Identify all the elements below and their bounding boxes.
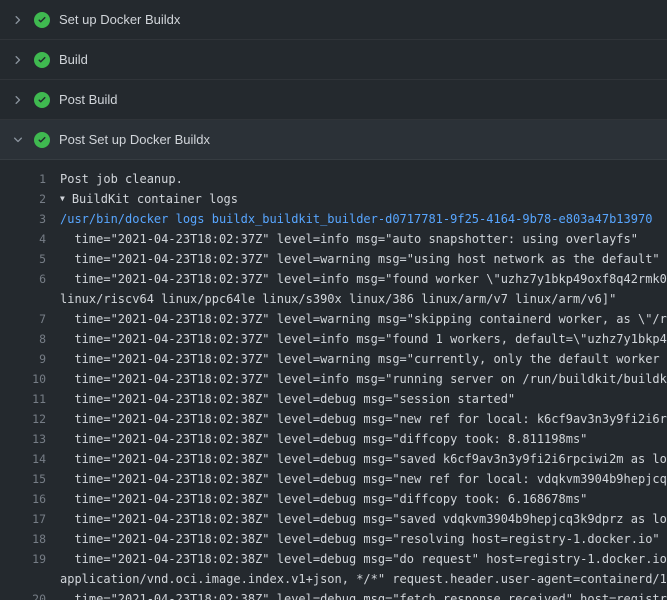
step-header-post-set-up-docker-buildx[interactable]: Post Set up Docker Buildx [0, 120, 667, 160]
step-header-build[interactable]: Build [0, 40, 667, 80]
log-text: time="2021-04-23T18:02:38Z" level=debug … [46, 509, 667, 529]
log-line: 16 time="2021-04-23T18:02:38Z" level=deb… [0, 489, 667, 509]
log-line: 3/usr/bin/docker logs buildx_buildkit_bu… [0, 209, 667, 229]
step-label: Post Set up Docker Buildx [59, 132, 210, 147]
log-text: time="2021-04-23T18:02:37Z" level=info m… [46, 269, 667, 289]
log-line: 10 time="2021-04-23T18:02:37Z" level=inf… [0, 369, 667, 389]
log-text: time="2021-04-23T18:02:37Z" level=info m… [46, 229, 638, 249]
log-text: time="2021-04-23T18:02:38Z" level=debug … [46, 409, 667, 429]
log-text: application/vnd.oci.image.index.v1+json,… [46, 569, 667, 589]
log-text: time="2021-04-23T18:02:37Z" level=warnin… [46, 249, 660, 269]
log-text: Post job cleanup. [46, 169, 183, 189]
step-label: Post Build [59, 92, 118, 107]
line-number[interactable]: 1 [0, 169, 46, 189]
line-number[interactable]: 5 [0, 249, 46, 269]
log-line: 5 time="2021-04-23T18:02:37Z" level=warn… [0, 249, 667, 269]
step-header-set-up-docker-buildx[interactable]: Set up Docker Buildx [0, 0, 667, 40]
log-text: time="2021-04-23T18:02:38Z" level=debug … [46, 549, 667, 569]
log-line: 15 time="2021-04-23T18:02:38Z" level=deb… [0, 469, 667, 489]
log-text: time="2021-04-23T18:02:38Z" level=debug … [46, 429, 587, 449]
line-number[interactable]: 15 [0, 469, 46, 489]
step-label: Build [59, 52, 88, 67]
log-line: 18 time="2021-04-23T18:02:38Z" level=deb… [0, 529, 667, 549]
check-circle-icon [34, 132, 50, 148]
line-number[interactable]: 8 [0, 329, 46, 349]
log-line: 8 time="2021-04-23T18:02:37Z" level=info… [0, 329, 667, 349]
log-line: linux/riscv64 linux/ppc64le linux/s390x … [0, 289, 667, 309]
log-text: time="2021-04-23T18:02:38Z" level=debug … [46, 389, 515, 409]
log-text: time="2021-04-23T18:02:38Z" level=debug … [46, 589, 667, 600]
line-number[interactable]: 18 [0, 529, 46, 549]
command-text: /usr/bin/docker logs buildx_buildkit_bui… [46, 209, 652, 229]
chevron-down-icon [12, 134, 24, 146]
check-circle-icon [34, 12, 50, 28]
log-line: 9 time="2021-04-23T18:02:37Z" level=warn… [0, 349, 667, 369]
line-number[interactable]: 17 [0, 509, 46, 529]
line-number[interactable]: 9 [0, 349, 46, 369]
log-line: 6 time="2021-04-23T18:02:37Z" level=info… [0, 269, 667, 289]
line-number [0, 569, 46, 589]
log-line: 12 time="2021-04-23T18:02:38Z" level=deb… [0, 409, 667, 429]
check-circle-icon [34, 52, 50, 68]
line-number[interactable]: 4 [0, 229, 46, 249]
line-number[interactable]: 11 [0, 389, 46, 409]
triangle-down-icon[interactable]: ▼ [46, 189, 65, 209]
line-number[interactable]: 2 [0, 189, 46, 209]
line-number[interactable]: 12 [0, 409, 46, 429]
log-text: time="2021-04-23T18:02:38Z" level=debug … [46, 449, 667, 469]
log-line: application/vnd.oci.image.index.v1+json,… [0, 569, 667, 589]
step-header-post-build[interactable]: Post Build [0, 80, 667, 120]
log-text: BuildKit container logs [65, 189, 238, 209]
log-line: 17 time="2021-04-23T18:02:38Z" level=deb… [0, 509, 667, 529]
log-text: time="2021-04-23T18:02:37Z" level=info m… [46, 329, 667, 349]
line-number[interactable]: 3 [0, 209, 46, 229]
line-number[interactable]: 13 [0, 429, 46, 449]
workflow-log-viewer: Set up Docker Buildx Build Post Build Post … [0, 0, 667, 600]
chevron-right-icon [12, 94, 24, 106]
line-number[interactable]: 6 [0, 269, 46, 289]
log-text: time="2021-04-23T18:02:38Z" level=debug … [46, 469, 667, 489]
line-number[interactable]: 10 [0, 369, 46, 389]
log-text: linux/riscv64 linux/ppc64le linux/s390x … [46, 289, 616, 309]
log-line: 20 time="2021-04-23T18:02:38Z" level=deb… [0, 589, 667, 600]
log-area: 1Post job cleanup.2▼BuildKit container l… [0, 160, 667, 600]
log-line: 2▼BuildKit container logs [0, 189, 667, 209]
line-number[interactable]: 14 [0, 449, 46, 469]
log-line: 19 time="2021-04-23T18:02:38Z" level=deb… [0, 549, 667, 569]
chevron-right-icon [12, 14, 24, 26]
log-text: time="2021-04-23T18:02:37Z" level=warnin… [46, 309, 667, 329]
line-number[interactable]: 16 [0, 489, 46, 509]
line-number [0, 289, 46, 309]
log-line: 4 time="2021-04-23T18:02:37Z" level=info… [0, 229, 667, 249]
log-text: time="2021-04-23T18:02:38Z" level=debug … [46, 489, 587, 509]
line-number[interactable]: 7 [0, 309, 46, 329]
check-circle-icon [34, 92, 50, 108]
log-line: 11 time="2021-04-23T18:02:38Z" level=deb… [0, 389, 667, 409]
log-text: time="2021-04-23T18:02:37Z" level=info m… [46, 369, 667, 389]
log-line: 13 time="2021-04-23T18:02:38Z" level=deb… [0, 429, 667, 449]
chevron-right-icon [12, 54, 24, 66]
line-number[interactable]: 19 [0, 549, 46, 569]
log-line: 14 time="2021-04-23T18:02:38Z" level=deb… [0, 449, 667, 469]
log-text: time="2021-04-23T18:02:37Z" level=warnin… [46, 349, 667, 369]
steps-list: Set up Docker Buildx Build Post Build Post … [0, 0, 667, 160]
log-text: time="2021-04-23T18:02:38Z" level=debug … [46, 529, 660, 549]
step-label: Set up Docker Buildx [59, 12, 180, 27]
log-line: 1Post job cleanup. [0, 169, 667, 189]
log-line: 7 time="2021-04-23T18:02:37Z" level=warn… [0, 309, 667, 329]
line-number[interactable]: 20 [0, 589, 46, 600]
